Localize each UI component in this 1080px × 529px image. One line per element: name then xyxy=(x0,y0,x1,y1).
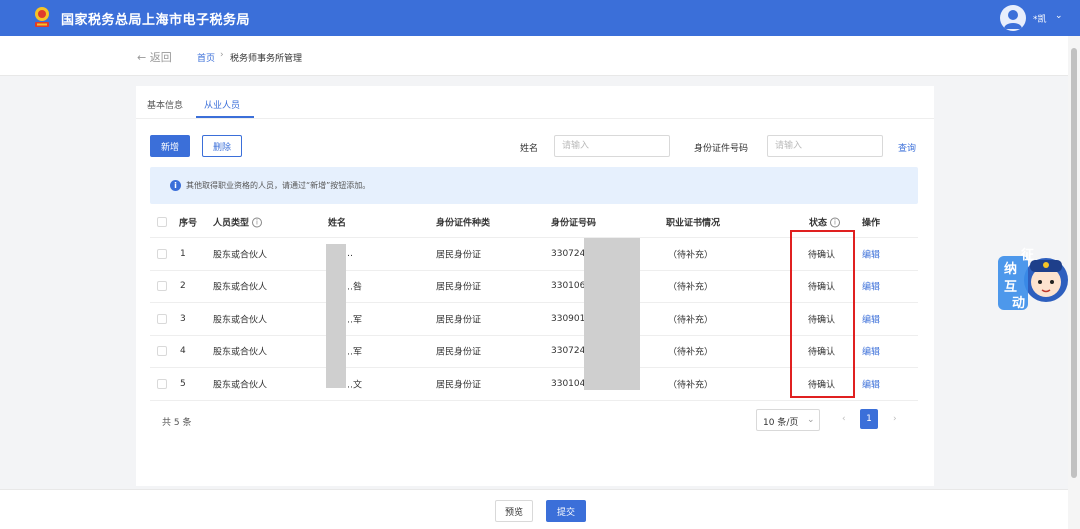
row-edit-link[interactable]: 编辑 xyxy=(862,377,880,390)
header-status-label: 状态 xyxy=(809,218,828,228)
header-certificate: 职业证书情况 xyxy=(666,218,721,228)
info-icon: i xyxy=(170,180,181,191)
row-name: …文 xyxy=(344,380,363,391)
name-redaction-mask xyxy=(326,244,346,388)
widget-char-dong: 动 xyxy=(1012,296,1026,311)
breadcrumb: ← 返回 首页 › 税务师事务所管理 xyxy=(0,36,1068,76)
username[interactable]: *凯 xyxy=(1033,12,1047,25)
row-person-type: 股东或合伙人 xyxy=(213,250,268,261)
row-person-type: 股东或合伙人 xyxy=(213,380,268,391)
name-search-input[interactable] xyxy=(554,135,670,157)
row-edit-link[interactable]: 编辑 xyxy=(862,312,880,325)
back-link[interactable]: ← 返回 xyxy=(137,49,172,65)
row-checkbox[interactable] xyxy=(157,313,167,324)
row-id-number: 330724 xyxy=(551,346,586,357)
header-id-number: 身份证号码 xyxy=(551,218,597,228)
breadcrumb-separator: › xyxy=(220,50,224,60)
top-bar: 国家税务总局上海市电子税务局 *凯 ⌄ xyxy=(0,0,1080,36)
select-all-checkbox[interactable] xyxy=(157,216,167,227)
chevron-down-icon: ⌄ xyxy=(807,415,815,425)
page-size-value: 10 条/页 xyxy=(763,418,799,428)
row-id-number: 330104 xyxy=(551,378,586,389)
footer-bar: 预览 提交 xyxy=(0,489,1068,529)
page-number-current[interactable]: 1 xyxy=(860,409,878,429)
prev-page-button[interactable]: ‹ xyxy=(842,414,846,424)
delete-button[interactable]: 删除 xyxy=(202,135,242,157)
row-name: …军 xyxy=(344,315,363,326)
row-person-type: 股东或合伙人 xyxy=(213,282,268,293)
row-name: …军 xyxy=(344,347,363,358)
row-checkbox[interactable] xyxy=(157,281,167,292)
row-id-type: 居民身份证 xyxy=(436,282,482,293)
main-card: 基本信息 从业人员 新增 删除 姓名 身份证件号码 查询 i 其他取得职业资格的… xyxy=(136,86,934,486)
submit-button[interactable]: 提交 xyxy=(546,500,586,522)
scrollbar-thumb[interactable] xyxy=(1071,48,1077,478)
header-index: 序号 xyxy=(179,218,198,228)
row-person-type: 股东或合伙人 xyxy=(213,347,268,358)
header-person-type: 人员类型 i xyxy=(213,215,263,228)
page-size-select[interactable]: 10 条/页 ⌄ xyxy=(756,409,820,431)
row-certificate: （待补充） xyxy=(668,315,714,326)
widget-char-zheng: 征 xyxy=(1021,248,1035,263)
info-text: 其他取得职业资格的人员，请通过“新增”按钮添加。 xyxy=(186,181,371,190)
help-icon[interactable]: i xyxy=(252,217,263,228)
header-action: 操作 xyxy=(862,218,881,228)
row-id-type: 居民身份证 xyxy=(436,380,482,391)
row-checkbox[interactable] xyxy=(157,378,167,389)
row-index: 2 xyxy=(180,281,186,292)
row-checkbox[interactable] xyxy=(157,248,167,259)
row-id-type: 居民身份证 xyxy=(436,347,482,358)
row-checkbox[interactable] xyxy=(157,346,167,357)
next-page-button[interactable]: › xyxy=(893,414,897,424)
row-index: 1 xyxy=(180,248,186,259)
name-filter-label: 姓名 xyxy=(520,144,539,154)
tab-employees[interactable]: 从业人员 xyxy=(204,98,240,111)
row-edit-link[interactable]: 编辑 xyxy=(862,280,880,293)
row-index: 5 xyxy=(180,378,186,389)
id-number-filter-label: 身份证件号码 xyxy=(694,144,749,154)
id-number-search-input[interactable] xyxy=(767,135,883,157)
chevron-down-icon[interactable]: ⌄ xyxy=(1055,11,1063,21)
row-id-number: 330724 xyxy=(551,248,586,259)
row-edit-link[interactable]: 编辑 xyxy=(862,247,880,260)
breadcrumb-current: 税务师事务所管理 xyxy=(230,54,303,64)
widget-char-na: 纳 xyxy=(1004,262,1018,277)
site-title: 国家税务总局上海市电子税务局 xyxy=(61,13,251,28)
preview-button[interactable]: 预览 xyxy=(495,500,533,522)
row-id-type: 居民身份证 xyxy=(436,315,482,326)
query-button[interactable]: 查询 xyxy=(898,141,916,154)
header-status: 状态 i xyxy=(809,215,841,228)
row-certificate: （待补充） xyxy=(668,380,714,391)
id-number-redaction-mask xyxy=(584,238,640,390)
help-icon[interactable]: i xyxy=(830,217,841,228)
total-count: 共 5 条 xyxy=(162,418,192,428)
row-index: 4 xyxy=(180,346,186,357)
row-index: 3 xyxy=(180,313,186,324)
header-person-type-label: 人员类型 xyxy=(213,218,250,228)
row-id-number: 330901 xyxy=(551,313,586,324)
tab-basic-info[interactable]: 基本信息 xyxy=(147,98,183,111)
info-notice: i 其他取得职业资格的人员，请通过“新增”按钮添加。 xyxy=(150,167,918,204)
row-edit-link[interactable]: 编辑 xyxy=(862,345,880,358)
breadcrumb-home[interactable]: 首页 xyxy=(197,51,215,64)
tax-interaction-widget[interactable]: 征 纳 互 动 xyxy=(994,238,1070,316)
add-button[interactable]: 新增 xyxy=(150,135,190,157)
tab-divider xyxy=(136,118,934,119)
row-person-type: 股东或合伙人 xyxy=(213,315,268,326)
row-certificate: （待补充） xyxy=(668,347,714,358)
user-avatar-icon[interactable] xyxy=(1000,5,1026,31)
header-id-type: 身份证件种类 xyxy=(436,218,491,228)
tax-bureau-emblem-icon xyxy=(35,7,49,27)
row-name: …咎 xyxy=(344,282,363,293)
status-highlight-box xyxy=(790,230,855,398)
row-certificate: （待补充） xyxy=(668,250,714,261)
row-id-type: 居民身份证 xyxy=(436,250,482,261)
header-name: 姓名 xyxy=(328,218,347,228)
row-id-number: 330106 xyxy=(551,281,586,292)
row-certificate: （待补充） xyxy=(668,282,714,293)
